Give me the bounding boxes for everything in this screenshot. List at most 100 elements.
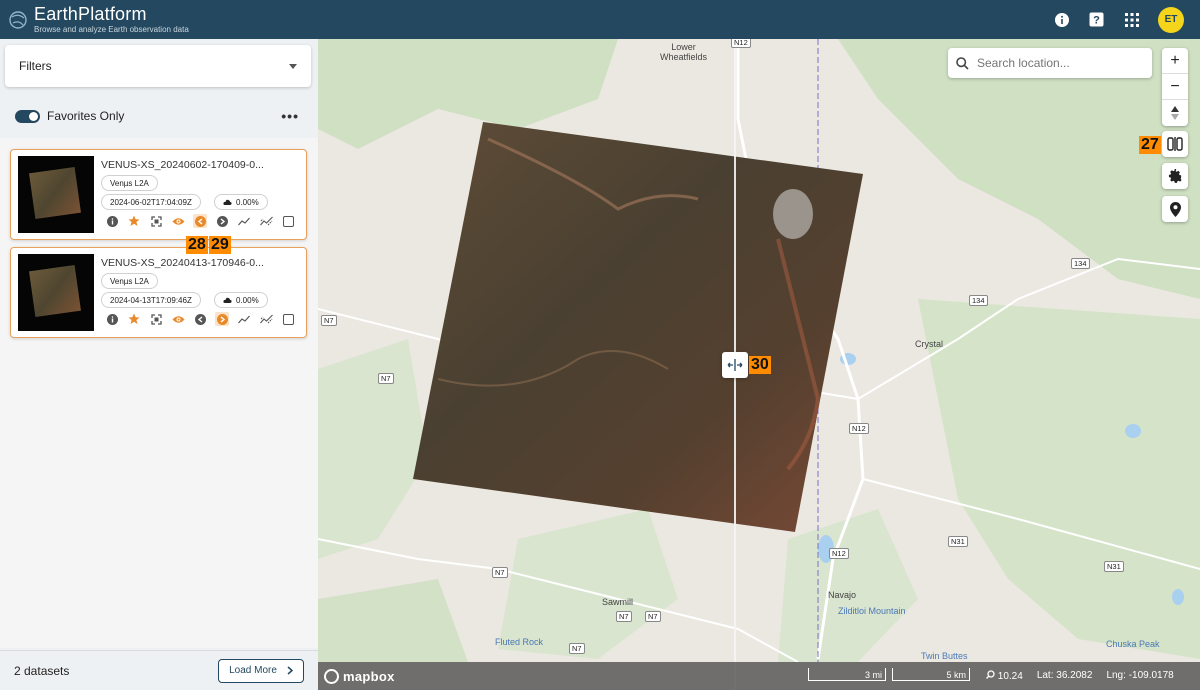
zoom-out-button[interactable]: − bbox=[1162, 74, 1188, 100]
favorites-label: Favorites Only bbox=[47, 109, 125, 123]
filters-label: Filters bbox=[19, 59, 52, 73]
datetime-chip: 2024-06-02T17:04:09Z bbox=[101, 194, 201, 210]
mapbox-logo[interactable]: mapbox bbox=[324, 668, 395, 684]
info-icon[interactable] bbox=[105, 214, 119, 228]
select-checkbox[interactable] bbox=[283, 314, 294, 325]
dataset-thumbnail bbox=[18, 156, 94, 233]
road-shield: N7 bbox=[492, 567, 508, 578]
road-shield: N12 bbox=[849, 423, 869, 434]
info-icon[interactable] bbox=[1053, 11, 1070, 28]
cloud-chip: 0.00% bbox=[214, 292, 268, 308]
help-icon[interactable]: ? bbox=[1088, 11, 1105, 28]
dataset-list: VENUS-XS_20240602-170409-0... Venµs L2A … bbox=[0, 138, 318, 648]
dataset-title: VENUS-XS_20240413-170946-0... bbox=[101, 257, 264, 269]
dataset-thumbnail bbox=[18, 254, 94, 331]
search-icon bbox=[956, 56, 969, 70]
dataset-count: 2 datasets bbox=[14, 663, 70, 678]
search-input[interactable] bbox=[977, 56, 1137, 70]
app-title: EarthPlatform bbox=[34, 4, 147, 24]
location-search[interactable] bbox=[948, 48, 1152, 78]
zoom-controls: + − bbox=[1162, 48, 1188, 126]
app-logo-icon bbox=[9, 10, 27, 29]
road-shield: N7 bbox=[378, 373, 394, 384]
trend-icon[interactable] bbox=[259, 214, 273, 228]
sidebar: Filters Favorites Only ••• VENUS-XS_2024… bbox=[0, 39, 318, 690]
swipe-left-icon[interactable] bbox=[193, 214, 207, 228]
scale-miles: 3 mi bbox=[808, 668, 886, 681]
dataset-card[interactable]: VENUS-XS_20240413-170946-0... Venµs L2A … bbox=[10, 247, 307, 338]
zoom-readout: 10.24 bbox=[986, 670, 1023, 682]
annotation-tag-27: 27 bbox=[1139, 136, 1161, 154]
chart-line-icon[interactable] bbox=[237, 214, 251, 228]
load-more-button[interactable]: Load More bbox=[218, 658, 304, 683]
swipe-left-icon[interactable] bbox=[193, 312, 207, 326]
star-icon[interactable] bbox=[127, 214, 141, 228]
zoom-to-extent-icon[interactable] bbox=[149, 214, 163, 228]
place-label: Crystal bbox=[915, 339, 944, 349]
chevron-right-icon bbox=[287, 666, 293, 675]
dataset-card[interactable]: VENUS-XS_20240602-170409-0... Venµs L2A … bbox=[10, 149, 307, 240]
location-pin-icon bbox=[1169, 201, 1181, 217]
latitude-readout: Lat: 36.2082 bbox=[1036, 670, 1093, 681]
place-label: Lower Wheatfields bbox=[660, 42, 708, 62]
mapbox-logo-icon bbox=[324, 668, 339, 684]
map-view[interactable]: Lower Wheatfields Crystal Sawmill Navajo… bbox=[318, 39, 1200, 690]
road-shield: N31 bbox=[1104, 561, 1124, 572]
more-options-icon[interactable]: ••• bbox=[281, 108, 299, 124]
datetime-chip: 2024-04-13T17:09:46Z bbox=[101, 292, 201, 308]
cloud-icon bbox=[223, 297, 232, 303]
annotation-tag-28: 28 bbox=[186, 236, 208, 254]
map-readouts: 10.24 Lat: 36.2082 Lng: -109.0178 bbox=[986, 670, 1174, 682]
user-avatar[interactable]: ET bbox=[1158, 6, 1184, 33]
swipe-compare-button[interactable] bbox=[1162, 131, 1188, 157]
dataset-actions bbox=[105, 312, 281, 326]
road-shield: N31 bbox=[948, 536, 968, 547]
chart-line-icon[interactable] bbox=[237, 312, 251, 326]
dataset-title: VENUS-XS_20240602-170409-0... bbox=[101, 159, 264, 171]
map-status-bar: mapbox 3 mi 5 km 10.24 Lat: 36.2082 Lng:… bbox=[318, 662, 1200, 690]
eye-icon[interactable] bbox=[171, 214, 185, 228]
road-shield: N7 bbox=[616, 611, 632, 622]
place-label: Fluted Rock bbox=[495, 637, 544, 647]
cloud-icon bbox=[223, 199, 232, 205]
road-shield: 134 bbox=[1071, 258, 1090, 269]
gear-icon bbox=[1168, 168, 1182, 183]
svg-text:?: ? bbox=[1093, 15, 1100, 27]
app-header: EarthPlatform Browse and analyze Earth o… bbox=[0, 0, 1200, 39]
cloud-chip: 0.00% bbox=[214, 194, 268, 210]
settings-button[interactable] bbox=[1162, 163, 1188, 189]
app-subtitle: Browse and analyze Earth observation dat… bbox=[34, 25, 189, 34]
sidebar-footer: 2 datasets Load More bbox=[0, 650, 318, 690]
zoom-in-button[interactable]: + bbox=[1162, 48, 1188, 74]
dataset-actions bbox=[105, 214, 281, 228]
apps-grid-icon[interactable] bbox=[1123, 11, 1140, 28]
place-label: Navajo bbox=[828, 590, 857, 600]
place-label: Chuska Peak bbox=[1106, 639, 1160, 649]
scale-bars: 3 mi 5 km bbox=[808, 668, 970, 681]
zoom-to-extent-icon[interactable] bbox=[149, 312, 163, 326]
zoom-magnifier-icon bbox=[986, 670, 995, 679]
road-shield: N7 bbox=[569, 643, 585, 654]
chevron-down-icon bbox=[289, 63, 297, 69]
road-shield: N7 bbox=[645, 611, 661, 622]
swipe-handle[interactable] bbox=[722, 352, 748, 378]
favorites-toggle[interactable] bbox=[15, 109, 40, 123]
road-shield: N7 bbox=[321, 315, 337, 326]
annotation-tag-30: 30 bbox=[749, 356, 771, 374]
road-shield: 134 bbox=[969, 295, 988, 306]
favorites-row: Favorites Only ••• bbox=[15, 107, 299, 125]
road-shield: N12 bbox=[731, 39, 751, 48]
swipe-right-icon[interactable] bbox=[215, 312, 229, 326]
filters-dropdown[interactable]: Filters bbox=[5, 45, 311, 87]
product-chip: Venµs L2A bbox=[101, 273, 158, 289]
eye-icon[interactable] bbox=[171, 312, 185, 326]
info-icon[interactable] bbox=[105, 312, 119, 326]
place-label: Twin Buttes bbox=[921, 651, 968, 661]
star-icon[interactable] bbox=[127, 312, 141, 326]
trend-icon[interactable] bbox=[259, 312, 273, 326]
swipe-right-icon[interactable] bbox=[215, 214, 229, 228]
longitude-readout: Lng: -109.0178 bbox=[1106, 670, 1174, 681]
select-checkbox[interactable] bbox=[283, 216, 294, 227]
location-pin-button[interactable] bbox=[1162, 196, 1188, 222]
compass-button[interactable] bbox=[1162, 100, 1188, 126]
